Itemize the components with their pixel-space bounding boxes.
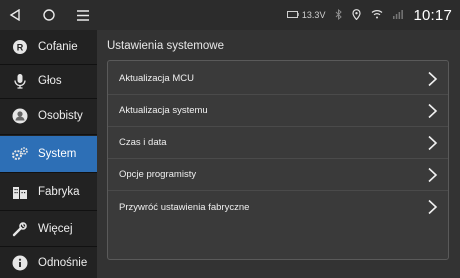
wrench-icon <box>11 220 29 238</box>
settings-row-label: Przywróć ustawienia fabryczne <box>119 201 250 213</box>
settings-row-label: Aktualizacja systemu <box>119 105 208 116</box>
sidebar-item-label: Fabryka <box>38 186 80 198</box>
settings-row-mcu-update[interactable]: Aktualizacja MCU <box>108 63 448 95</box>
page-title: Ustawienia systemowe <box>107 40 224 52</box>
settings-row-factory-reset[interactable]: Przywróć ustawienia fabryczne <box>108 191 448 223</box>
chevron-right-icon <box>428 103 438 119</box>
settings-row-label: Aktualizacja MCU <box>119 73 194 84</box>
sidebar-item-label: Głos <box>38 75 62 87</box>
status-icons: 13.3V 10:17 <box>286 0 452 30</box>
chevron-right-icon <box>428 199 438 215</box>
sidebar-item-label: Osobisty <box>38 110 83 122</box>
battery-voltage: 13.3V <box>301 10 326 20</box>
back-icon[interactable] <box>0 0 30 30</box>
menu-icon[interactable] <box>68 0 98 30</box>
info-icon <box>11 254 29 272</box>
settings-row-label: Czas i data <box>119 137 167 148</box>
chevron-right-icon <box>428 135 438 151</box>
clock: 10:17 <box>413 6 452 24</box>
svg-text:R: R <box>17 43 24 53</box>
sidebar-item-label: Więcej <box>38 223 73 235</box>
reverse-icon: R <box>11 38 29 56</box>
battery-indicator: 13.3V <box>286 10 326 21</box>
signal-icon <box>393 9 404 21</box>
settings-row-time-date[interactable]: Czas i data <box>108 127 448 159</box>
sidebar-item-label: Odnośnie <box>38 257 88 269</box>
settings-row-label: Opcje programisty <box>119 169 197 180</box>
sidebar-item-cofanie[interactable]: R Cofanie <box>0 30 97 65</box>
chevron-right-icon <box>428 167 438 183</box>
screen: 13.3V 10:17 R Cofanie Głos Osobisty Syst… <box>0 0 460 278</box>
location-icon <box>352 8 362 22</box>
settings-row-system-update[interactable]: Aktualizacja systemu <box>108 95 448 127</box>
sidebar-item-label: Cofanie <box>38 41 78 53</box>
sidebar-item-label: System <box>38 148 77 160</box>
wifi-icon <box>371 9 383 21</box>
sidebar-item-wiecej[interactable]: Więcej <box>0 212 97 247</box>
gears-icon <box>11 145 29 163</box>
home-icon[interactable] <box>34 0 64 30</box>
sidebar-item-osobisty[interactable]: Osobisty <box>0 98 97 135</box>
settings-row-developer-options[interactable]: Opcje programisty <box>108 159 448 191</box>
chevron-right-icon <box>428 71 438 87</box>
microphone-icon <box>11 72 29 90</box>
sidebar: R Cofanie Głos Osobisty System Fabryka W… <box>0 30 97 278</box>
main-content: Ustawienia systemowe Aktualizacja MCU Ak… <box>97 30 460 278</box>
sidebar-item-odnosnie[interactable]: Odnośnie <box>0 248 97 278</box>
bluetooth-icon <box>335 8 343 22</box>
settings-list: Aktualizacja MCU Aktualizacja systemu Cz… <box>107 60 449 260</box>
sidebar-item-system[interactable]: System <box>0 136 97 173</box>
status-bar: 13.3V 10:17 <box>0 0 460 30</box>
battery-icon <box>286 10 299 21</box>
sidebar-item-fabryka[interactable]: Fabryka <box>0 174 97 211</box>
factory-icon <box>11 183 29 201</box>
sidebar-item-glos[interactable]: Głos <box>0 64 97 99</box>
person-icon <box>11 107 29 125</box>
